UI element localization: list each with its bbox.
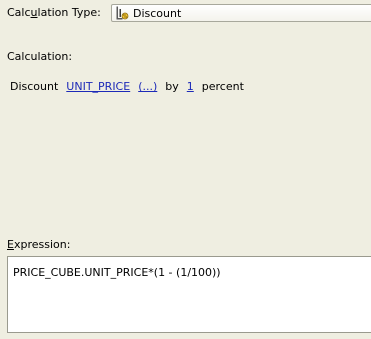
expression-textarea[interactable]: PRICE_CUBE.UNIT_PRICE*(1 - (1/100)): [7, 256, 371, 333]
expression-label: Expression:: [7, 238, 70, 251]
expression-mnemonic: E: [7, 238, 14, 251]
calculation-type-selected-value: Discount: [133, 6, 182, 20]
calculation-type-select[interactable]: % Discount: [111, 4, 371, 22]
expression-label-part: xpression:: [13, 238, 71, 251]
amount-link[interactable]: 1: [187, 80, 194, 93]
calculation-type-label-part: Calc: [7, 6, 31, 19]
discount-calculation-icon: %: [115, 6, 129, 20]
calculation-word-by: by: [165, 80, 179, 93]
more-options-link[interactable]: (...): [138, 80, 157, 93]
calculation-label: Calculation:: [7, 50, 73, 63]
measure-link[interactable]: UNIT_PRICE: [66, 80, 130, 93]
calculation-word-discount: Discount: [10, 80, 59, 93]
calculation-type-mnemonic: u: [30, 6, 38, 19]
calculation-sentence: Discount UNIT_PRICE (...) by 1 percent: [10, 80, 244, 93]
calculation-type-label: Calculation Type:: [7, 6, 101, 19]
svg-text:%: %: [123, 14, 128, 20]
calculation-type-label-part: lation Type:: [37, 6, 101, 19]
calculation-word-percent: percent: [201, 80, 244, 93]
